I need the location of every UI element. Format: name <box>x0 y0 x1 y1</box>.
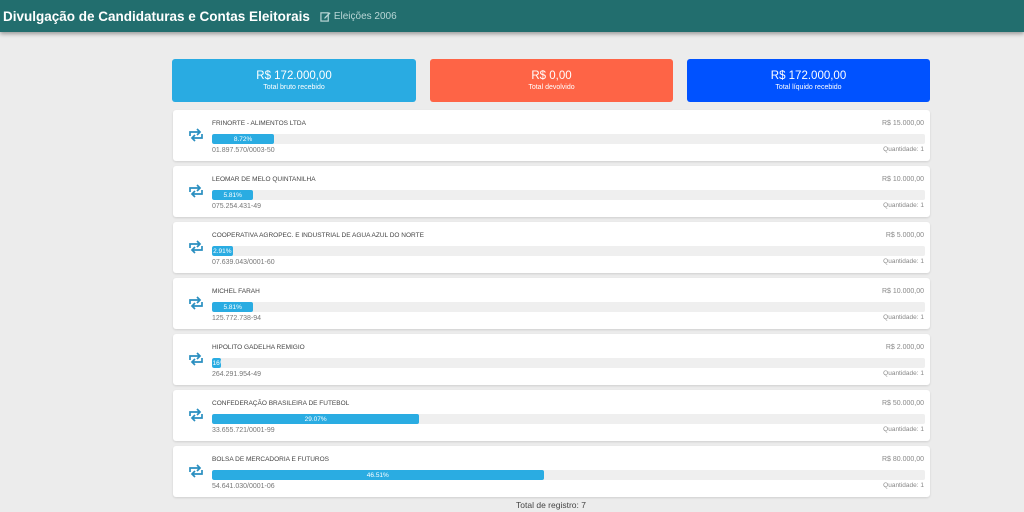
percentage-bar: 5.81% <box>212 302 925 312</box>
donation-row[interactable]: CONFEDERAÇÃO BRASILEIRA DE FUTEBOL 29.07… <box>173 390 930 441</box>
donation-row[interactable]: LEOMAR DE MELO QUINTANILHA 5.81% 075.254… <box>173 166 930 217</box>
transfer-icon <box>189 184 203 198</box>
donation-quantity: Quantidade: 1 <box>883 258 924 265</box>
donor-document: 075.254.431-49 <box>212 203 262 210</box>
summary-total-net: R$ 172.000,00 Total líquido recebido <box>687 59 930 102</box>
donation-row[interactable]: FRINORTE - ALIMENTOS LTDA 8.72% 01.897.5… <box>173 110 930 161</box>
donor-name: MICHEL FARAH <box>212 288 260 295</box>
percentage-fill: 1.16% <box>212 358 221 368</box>
donor-document: 54.641.030/0001-06 <box>212 483 275 490</box>
donation-quantity: Quantidade: 1 <box>883 314 924 321</box>
summary-total-returned: R$ 0,00 Total devolvido <box>430 59 673 102</box>
transfer-icon <box>189 352 203 366</box>
percentage-bar: 8.72% <box>212 134 925 144</box>
donor-name: CONFEDERAÇÃO BRASILEIRA DE FUTEBOL <box>212 400 350 407</box>
donation-value: R$ 15.000,00 <box>881 120 924 127</box>
percentage-fill: 5.81% <box>212 302 254 312</box>
donor-document: 125.772.738-94 <box>212 315 262 322</box>
donation-quantity: Quantidade: 1 <box>883 426 924 433</box>
percentage-fill: 5.81% <box>212 190 254 200</box>
donation-value: R$ 10.000,00 <box>881 176 924 183</box>
donor-document: 264.291.954-49 <box>212 371 262 378</box>
percentage-fill: 8.72% <box>212 134 275 144</box>
edit-icon <box>320 11 331 22</box>
summary-amount: R$ 172.000,00 <box>770 69 847 82</box>
election-selector[interactable]: Eleições 2006 <box>320 11 397 22</box>
donation-row[interactable]: HIPOLITO GADELHA REMIGIO 1.16% 264.291.9… <box>173 334 930 385</box>
donation-quantity: Quantidade: 1 <box>883 370 924 377</box>
donation-quantity: Quantidade: 1 <box>883 146 924 153</box>
donation-value: R$ 80.000,00 <box>881 456 924 463</box>
transfer-icon <box>189 128 203 142</box>
percentage-fill: 46.51% <box>212 470 544 480</box>
donor-name: BOLSA DE MERCADORIA E FUTUROS <box>212 456 330 463</box>
app-title: Divulgação de Candidaturas e Contas Elei… <box>3 8 310 24</box>
percentage-bar: 46.51% <box>212 470 925 480</box>
transfer-icon <box>189 464 203 478</box>
transfer-icon <box>189 408 203 422</box>
donation-value: R$ 5.000,00 <box>885 232 924 239</box>
summary-amount: R$ 172.000,00 <box>256 69 332 82</box>
transfer-icon <box>189 296 203 310</box>
donation-value: R$ 10.000,00 <box>881 288 924 295</box>
donor-document: 07.639.043/0001-60 <box>212 259 275 266</box>
percentage-bar: 29.07% <box>212 414 925 424</box>
transfer-icon <box>189 240 203 254</box>
donor-document: 01.897.570/0003-50 <box>212 147 275 154</box>
election-label: Eleições 2006 <box>333 10 397 22</box>
top-bar: Divulgação de Candidaturas e Contas Elei… <box>0 0 1024 32</box>
summary-label: Total bruto recebido <box>263 83 325 91</box>
donor-name: FRINORTE - ALIMENTOS LTDA <box>212 120 306 127</box>
summary-label: Total devolvido <box>528 83 575 91</box>
donation-quantity: Quantidade: 1 <box>883 202 924 209</box>
donation-value: R$ 50.000,00 <box>881 400 924 407</box>
total-records: Total de registro: 7 <box>516 500 586 510</box>
donation-row[interactable]: COOPERATIVA AGROPEC. E INDUSTRIAL DE AGU… <box>173 222 930 273</box>
donor-name: HIPOLITO GADELHA REMIGIO <box>212 344 305 351</box>
donation-value: R$ 2.000,00 <box>885 344 924 351</box>
percentage-fill: 29.07% <box>212 414 420 424</box>
summary-amount: R$ 0,00 <box>531 69 572 82</box>
donation-row[interactable]: BOLSA DE MERCADORIA E FUTUROS 46.51% 54.… <box>173 446 930 497</box>
percentage-bar: 2.91% <box>212 246 925 256</box>
donation-row[interactable]: MICHEL FARAH 5.81% 125.772.738-94 R$ 10.… <box>173 278 930 329</box>
summary-label: Total líquido recebido <box>775 83 842 91</box>
summary-total-gross: R$ 172.000,00 Total bruto recebido <box>172 59 416 102</box>
percentage-fill: 2.91% <box>212 246 233 256</box>
donor-document: 33.655.721/0001-99 <box>212 427 275 434</box>
donation-quantity: Quantidade: 1 <box>883 482 924 489</box>
percentage-bar: 5.81% <box>212 190 925 200</box>
donor-name: LEOMAR DE MELO QUINTANILHA <box>212 176 316 183</box>
percentage-bar: 1.16% <box>212 358 925 368</box>
donor-name: COOPERATIVA AGROPEC. E INDUSTRIAL DE AGU… <box>212 232 424 239</box>
